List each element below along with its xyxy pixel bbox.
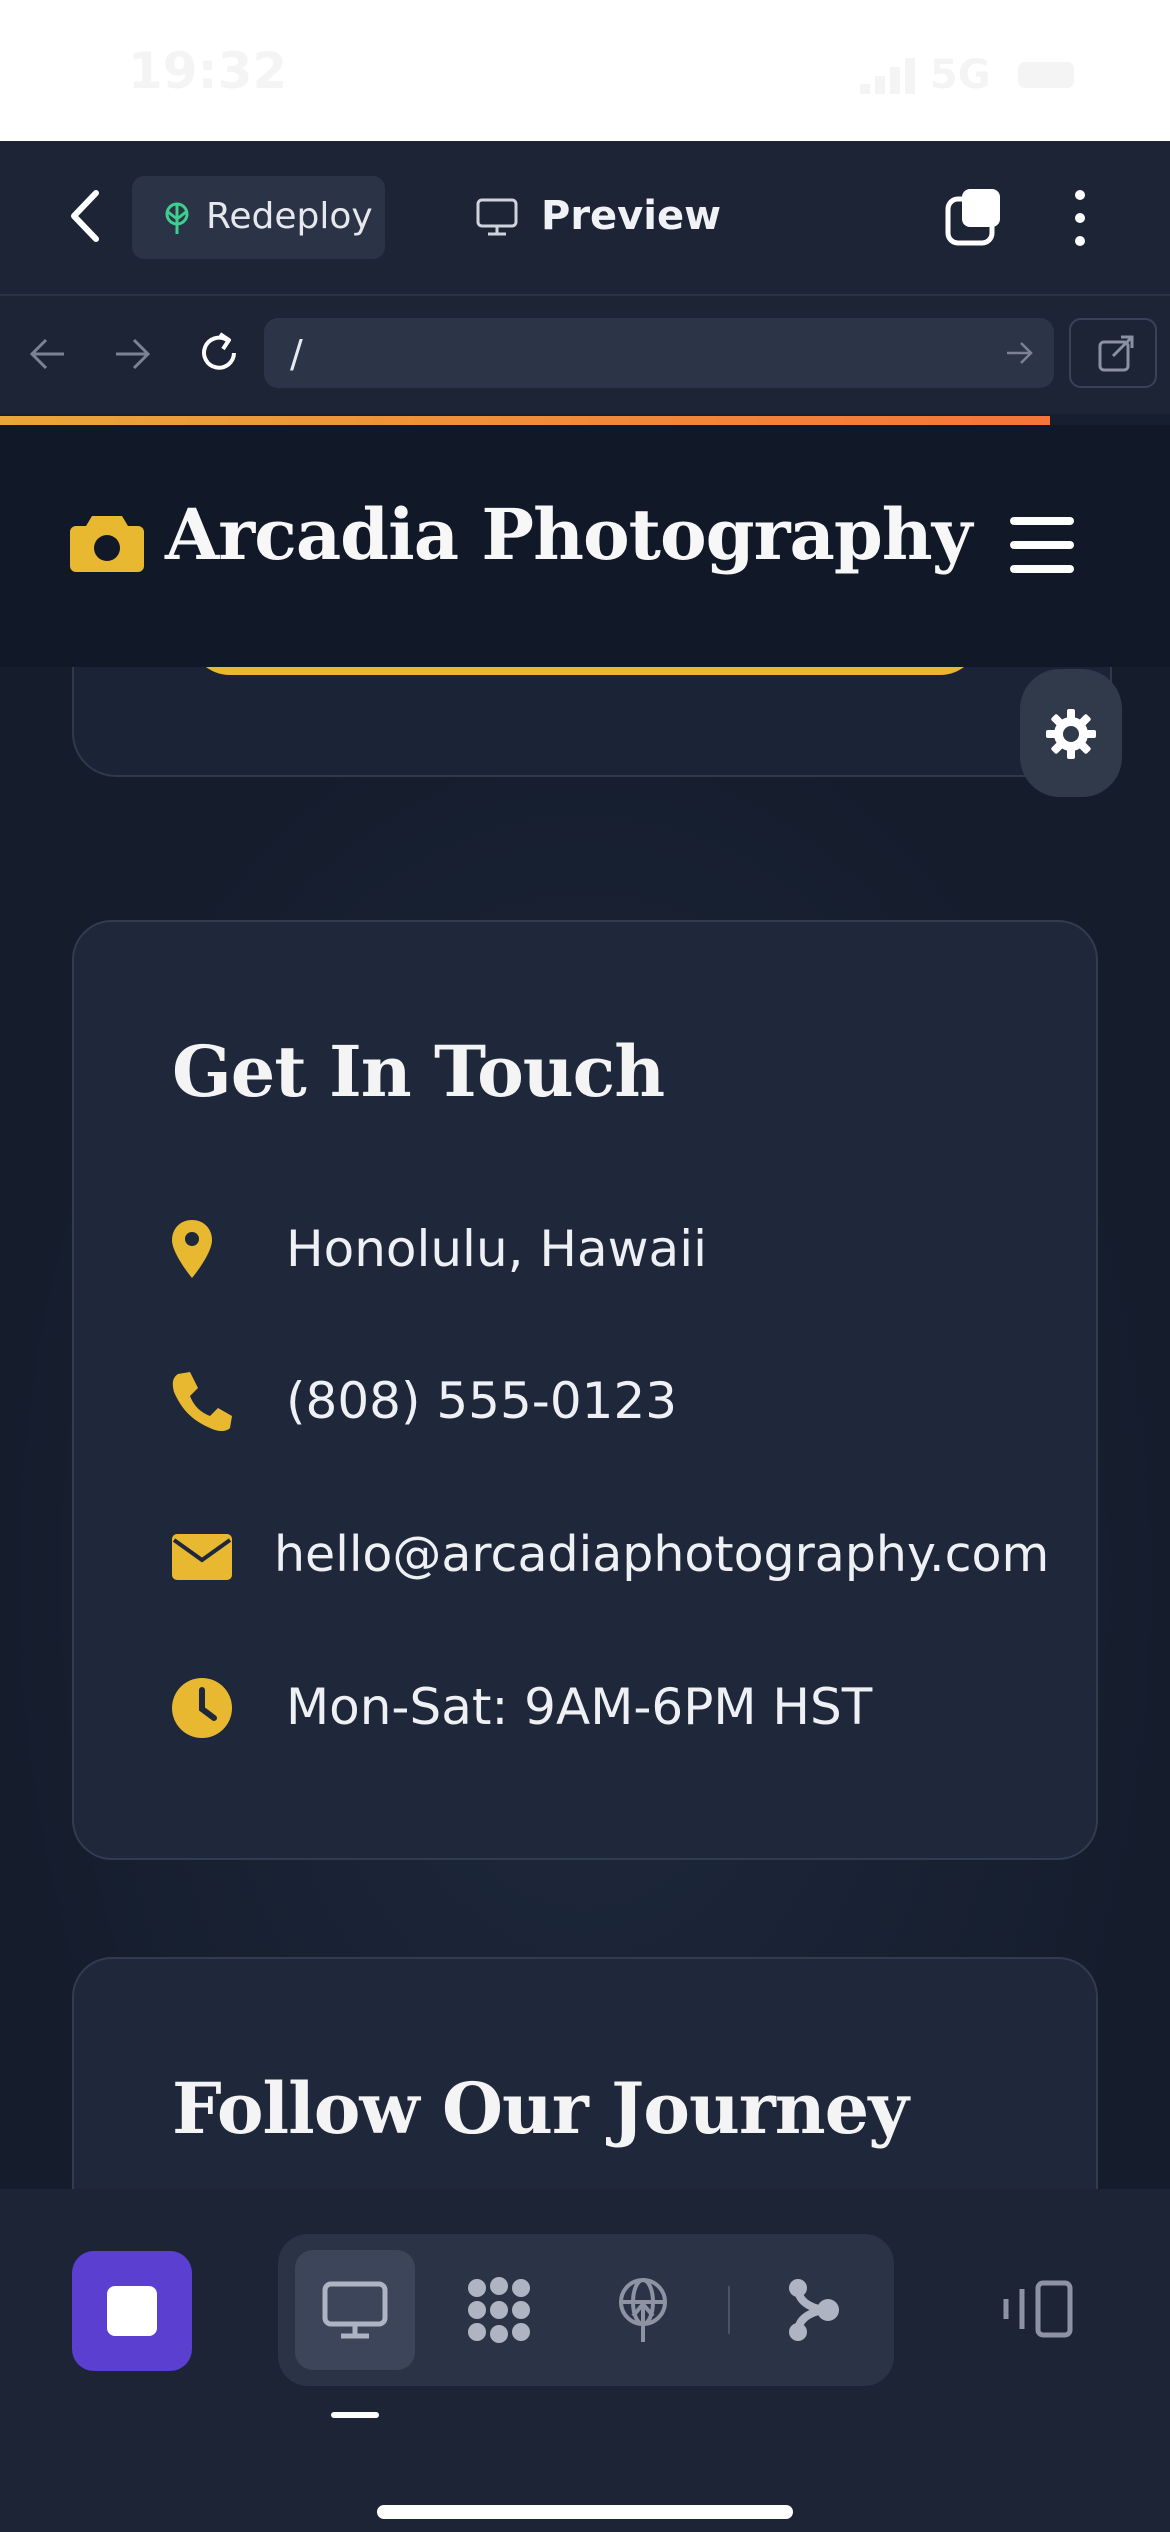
previous-card-button[interactable] (190, 667, 980, 675)
deploy-tree-icon (165, 202, 189, 234)
url-input[interactable]: / (264, 318, 1054, 388)
arrow-left-icon[interactable] (26, 334, 70, 374)
signal-icon (860, 58, 915, 94)
reload-icon[interactable] (194, 328, 244, 378)
map-pin-icon (172, 1220, 212, 1278)
url-text: / (290, 332, 303, 376)
social-title: Follow Our Journey (172, 2067, 909, 2150)
external-link-icon (1098, 335, 1134, 372)
app-toolbar: Redeploy Preview (0, 141, 1170, 296)
globe-upload-icon (619, 2278, 667, 2342)
branch-icon (789, 2279, 839, 2341)
phone-text[interactable]: (808) 555-0123 (286, 1372, 677, 1430)
contact-card: Get In Touch Honolulu, Hawaii (808) 555-… (72, 920, 1098, 1860)
battery-icon (1018, 62, 1074, 88)
desktop-view-tab[interactable] (295, 2250, 415, 2370)
page-load-progress (0, 416, 1050, 425)
bottom-toolbar (0, 2189, 1170, 2532)
deploy-view-tab[interactable] (583, 2250, 703, 2370)
site-brand[interactable]: Arcadia Photography (165, 493, 972, 576)
camera-icon (70, 516, 144, 572)
location-row: Honolulu, Hawaii (170, 1218, 1070, 1298)
workflow-view-tab[interactable] (752, 2250, 872, 2370)
email-text[interactable]: hello@arcadiaphotography.com (274, 1526, 1049, 1583)
page-content: Get In Touch Honolulu, Hawaii (808) 555-… (0, 667, 1170, 2189)
tabs-icon[interactable] (944, 187, 1004, 249)
hours-row: Mon-Sat: 9AM-6PM HST (170, 1676, 1070, 1756)
redeploy-button[interactable]: Redeploy (132, 176, 385, 259)
email-row[interactable]: hello@arcadiaphotography.com (170, 1524, 1070, 1604)
stop-icon (107, 2286, 157, 2336)
segment-divider (728, 2286, 730, 2334)
social-card: Follow Our Journey (72, 1957, 1098, 2189)
stop-button[interactable] (72, 2251, 192, 2371)
grid-view-tab[interactable] (439, 2250, 559, 2370)
status-bar: 19:32 5G (0, 0, 1170, 141)
status-time: 19:32 (128, 42, 288, 100)
settings-button[interactable] (1020, 669, 1122, 797)
nodes-cluster-icon (468, 2277, 530, 2343)
active-tab-indicator (331, 2412, 379, 2418)
network-label: 5G (930, 52, 991, 98)
open-external-button[interactable] (1069, 318, 1157, 388)
phone-icon (172, 1372, 232, 1431)
split-view-icon[interactable] (1000, 2279, 1076, 2339)
phone-row[interactable]: (808) 555-0123 (170, 1370, 1070, 1450)
monitor-icon (476, 198, 518, 236)
location-text: Honolulu, Hawaii (286, 1220, 707, 1278)
site-header: Arcadia Photography (0, 425, 1170, 667)
browser-nav-bar: / (0, 296, 1170, 414)
home-indicator[interactable] (377, 2505, 793, 2519)
more-vertical-icon[interactable] (1060, 187, 1100, 249)
previous-card (72, 667, 1112, 777)
preview-label: Preview (541, 193, 722, 239)
monitor-icon (322, 2281, 388, 2339)
contact-title: Get In Touch (172, 1030, 665, 1113)
arrow-right-icon[interactable] (110, 334, 154, 374)
view-switcher (278, 2234, 894, 2386)
hours-text: Mon-Sat: 9AM-6PM HST (286, 1678, 873, 1736)
gear-icon (1046, 709, 1096, 759)
go-arrow-icon[interactable] (1004, 338, 1034, 368)
envelope-icon (172, 1534, 232, 1580)
clock-icon (172, 1678, 232, 1738)
back-chevron-icon[interactable] (60, 181, 110, 251)
hamburger-menu-icon[interactable] (1010, 517, 1074, 573)
redeploy-label: Redeploy (206, 196, 373, 237)
